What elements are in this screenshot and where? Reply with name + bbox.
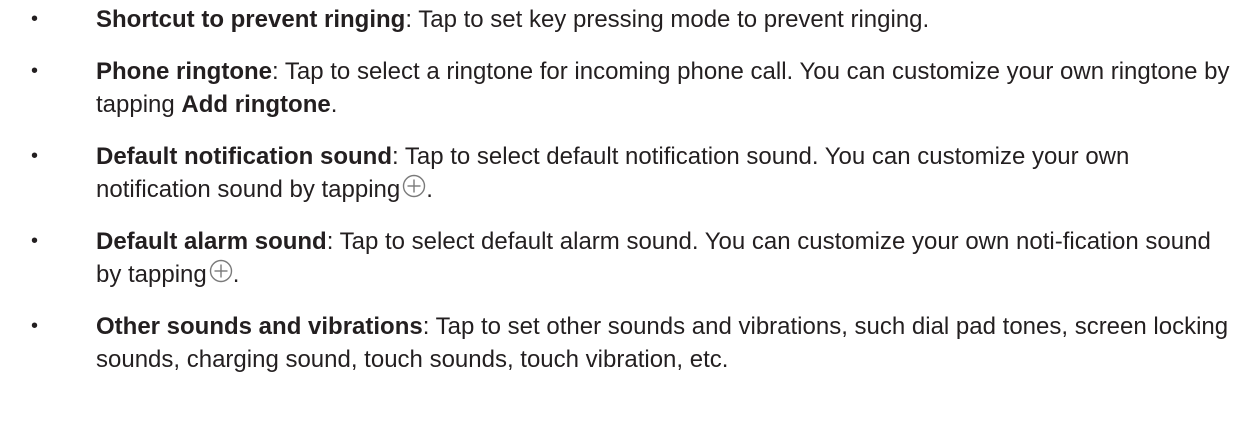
add-ringtone-label: Add ringtone xyxy=(181,91,331,118)
add-circle-icon xyxy=(402,174,426,198)
list-item-default-notification-sound: • Default notification sound: Tap to sel… xyxy=(0,140,1260,206)
term-label: Shortcut to prevent ringing xyxy=(96,6,406,33)
term-label: Default alarm sound xyxy=(96,228,327,255)
bullet: • xyxy=(31,230,39,252)
list-item-other-sounds-vibrations: • Other sounds and vibrations: Tap to se… xyxy=(0,310,1260,376)
document-bullet-list: • Shortcut to prevent ringing: Tap to se… xyxy=(0,0,1260,429)
term-label: Default notification sound xyxy=(96,143,392,170)
sentence-end: . xyxy=(426,176,433,203)
description-text: : Tap to set key pressing mode to preven… xyxy=(405,6,930,33)
term-label: Other sounds and vibrations xyxy=(96,313,423,340)
bullet: • xyxy=(31,60,39,82)
bullet: • xyxy=(31,8,39,30)
term-label: Phone ringtone xyxy=(96,58,272,85)
add-circle-icon xyxy=(209,259,233,283)
bullet: • xyxy=(31,145,39,167)
list-item-phone-ringtone: • Phone ringtone: Tap to select a ringto… xyxy=(0,55,1260,121)
list-item-default-alarm-sound: • Default alarm sound: Tap to select def… xyxy=(0,225,1260,291)
list-item-shortcut-prevent-ringing: • Shortcut to prevent ringing: Tap to se… xyxy=(0,3,1260,36)
bullet: • xyxy=(31,315,39,337)
sentence-end: . xyxy=(330,91,338,118)
sentence-end: . xyxy=(232,261,240,288)
